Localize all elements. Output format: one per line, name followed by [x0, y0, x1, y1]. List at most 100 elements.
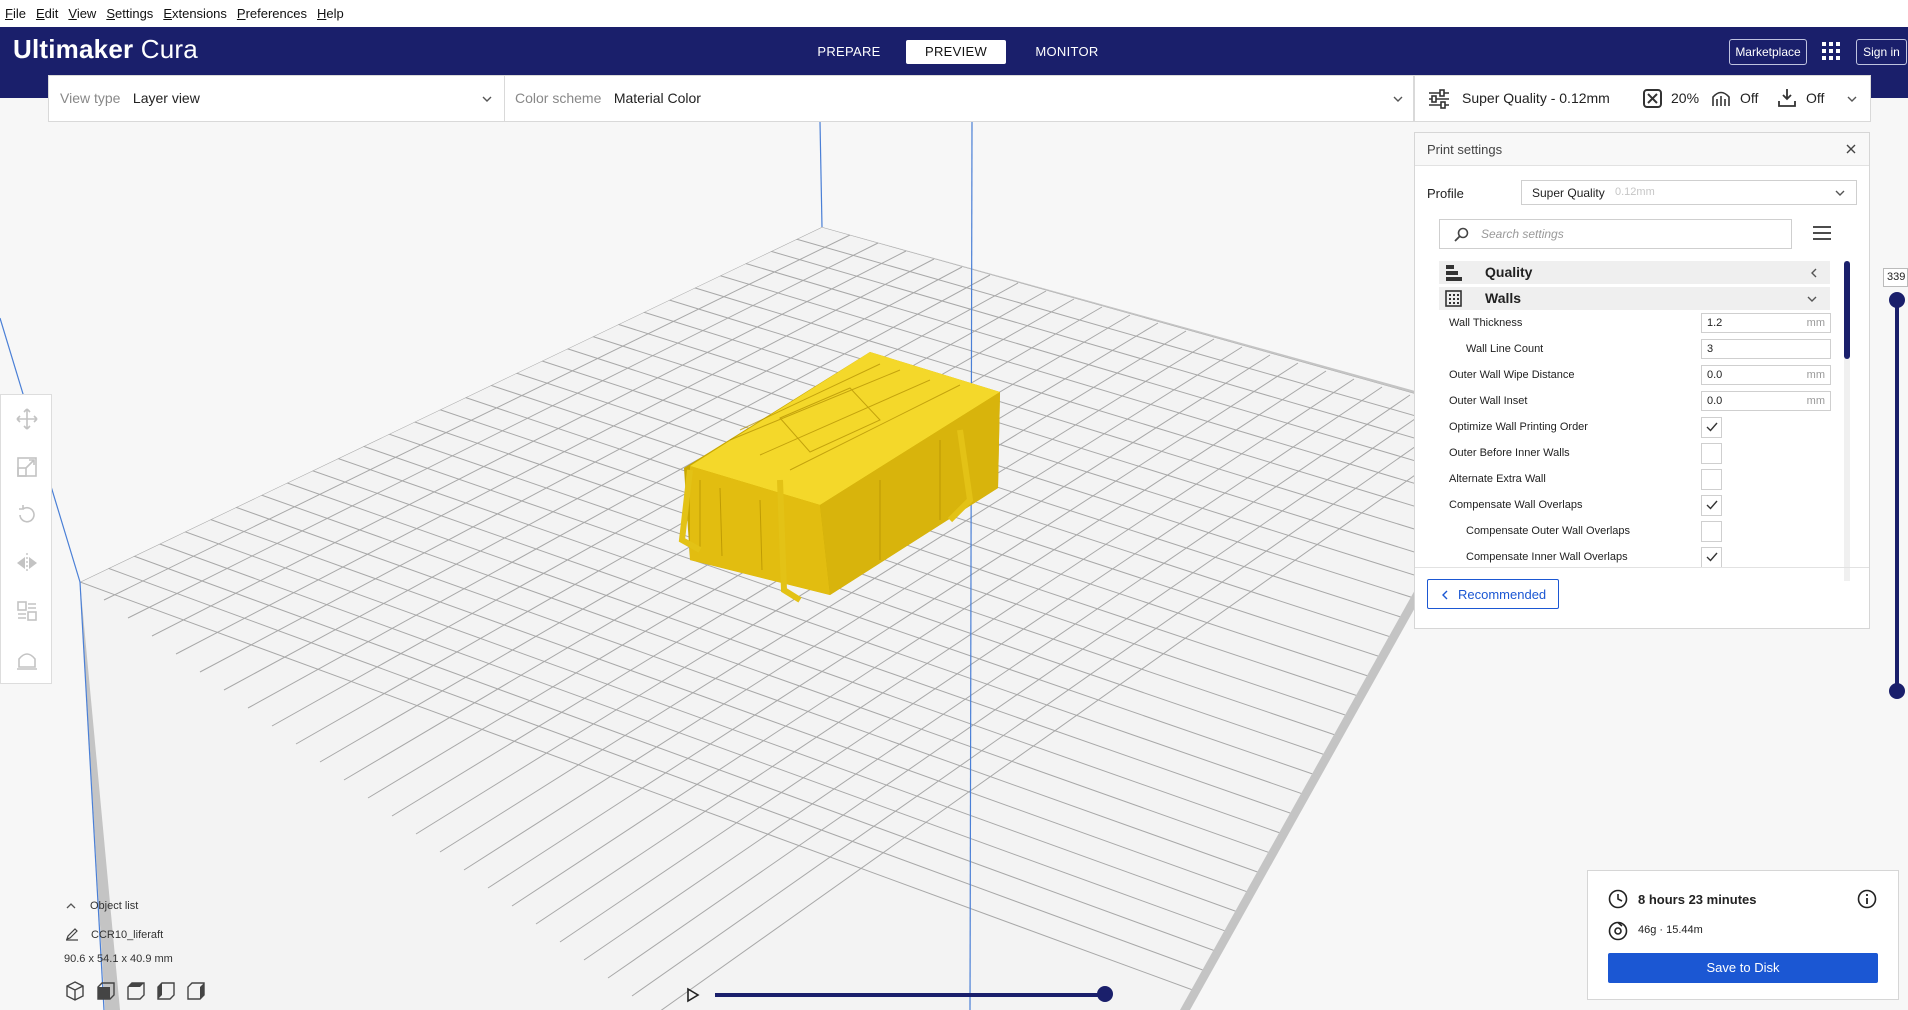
per-model-settings-icon[interactable] — [15, 599, 39, 623]
support-blocker-icon[interactable] — [15, 647, 39, 671]
tab-preview[interactable]: PREVIEW — [906, 40, 1006, 64]
scale-icon[interactable] — [15, 455, 39, 479]
color-scheme-value: Material Color — [613, 90, 701, 106]
quality-layers-icon — [1446, 265, 1462, 281]
app-title-brand: Ultimaker — [13, 34, 134, 64]
adhesion-value: Off — [1806, 90, 1825, 106]
apps-grid-icon[interactable] — [1822, 42, 1840, 60]
infill-icon — [1643, 89, 1662, 108]
path-slider-handle[interactable] — [1097, 986, 1113, 1002]
compensate-wall-overlaps-checkbox[interactable] — [1701, 495, 1722, 516]
menu-help[interactable]: Help — [312, 6, 349, 21]
view-top-icon[interactable] — [126, 981, 146, 1001]
search-field[interactable]: Search settings — [1439, 219, 1792, 249]
panel-divider — [1415, 567, 1869, 568]
view-right-icon[interactable] — [186, 981, 206, 1001]
move-icon[interactable] — [15, 407, 39, 431]
support-value: Off — [1740, 90, 1759, 106]
menu-edit[interactable]: Edit — [31, 6, 63, 21]
profile-label: Profile — [1427, 186, 1464, 201]
compensate-inner-overlaps-checkbox[interactable] — [1701, 547, 1722, 568]
play-icon[interactable] — [686, 987, 700, 1003]
wall-thickness-value: 1.2 — [1707, 317, 1723, 329]
object-list-toggle[interactable]: Object list — [90, 900, 138, 912]
info-icon[interactable] — [1857, 889, 1877, 909]
material-usage: 46g · 15.44m — [1638, 924, 1703, 936]
panel-title: Print settings — [1427, 142, 1503, 157]
spool-icon — [1608, 921, 1628, 941]
checkmark-icon — [1706, 500, 1718, 510]
search-input[interactable]: Search settings — [1481, 227, 1564, 241]
mirror-icon[interactable] — [15, 551, 39, 575]
menu-file[interactable]: File — [0, 6, 31, 21]
marketplace-button[interactable]: Marketplace — [1729, 39, 1807, 65]
outer-wall-wipe-distance-field[interactable]: 0.0 mm — [1701, 365, 1831, 385]
outer-wall-inset-unit: mm — [1806, 395, 1825, 407]
tool-panel — [0, 394, 52, 684]
view-front-icon[interactable] — [96, 981, 116, 1001]
compensate-outer-overlaps-checkbox[interactable] — [1701, 521, 1722, 542]
print-job-panel: 8 hours 23 minutes 46g · 15.44m Save to … — [1587, 870, 1899, 1000]
close-icon[interactable] — [1846, 144, 1856, 154]
support-icon — [1712, 91, 1730, 106]
menu-view[interactable]: View — [63, 6, 101, 21]
menu-extensions[interactable]: Extensions — [158, 6, 232, 21]
print-setup-summary[interactable]: Super Quality - 0.12mm 20% Off Off — [1414, 75, 1871, 122]
category-quality-label: Quality — [1485, 264, 1533, 280]
layer-slider-bottom-handle[interactable] — [1889, 683, 1905, 699]
print-settings-panel: Print settings Profile Super Quality 0.1… — [1414, 132, 1870, 629]
save-to-disk-button[interactable]: Save to Disk — [1608, 953, 1878, 983]
settings-scrollbar-thumb[interactable] — [1844, 261, 1850, 359]
checkmark-icon — [1706, 552, 1718, 562]
profile-hint: 0.12mm — [1615, 186, 1655, 198]
sign-in-button[interactable]: Sign in — [1856, 39, 1907, 65]
infill-value: 20% — [1671, 90, 1700, 106]
chevron-up-icon[interactable] — [66, 902, 76, 909]
clock-icon — [1608, 889, 1628, 909]
chevron-down-icon[interactable] — [1393, 95, 1403, 103]
app-title-product: Cura — [140, 34, 198, 64]
outer-before-inner-checkbox[interactable] — [1701, 443, 1722, 464]
pencil-icon[interactable] — [65, 927, 79, 941]
outer-wall-inset-field[interactable]: 0.0 mm — [1701, 391, 1831, 411]
outer-wall-inset-value: 0.0 — [1707, 395, 1723, 407]
category-walls[interactable]: Walls — [1439, 287, 1830, 310]
view-toolbar: View type Layer view Color scheme Materi… — [48, 75, 1414, 122]
tab-monitor[interactable]: MONITOR — [1024, 40, 1110, 64]
menu-settings[interactable]: Settings — [101, 6, 158, 21]
rotate-icon[interactable] — [15, 503, 39, 527]
profile-name: Super Quality — [1532, 186, 1605, 200]
settings-visibility-menu-icon[interactable] — [1812, 225, 1832, 241]
print-time: 8 hours 23 minutes — [1638, 892, 1757, 907]
search-icon — [1454, 227, 1469, 242]
profile-dropdown[interactable]: Super Quality 0.12mm — [1521, 180, 1857, 205]
setting-compensate-inner-overlaps-label: Compensate Inner Wall Overlaps — [1466, 551, 1628, 563]
wall-line-count-field[interactable]: 3 — [1701, 339, 1831, 359]
optimize-wall-order-checkbox[interactable] — [1701, 417, 1722, 438]
path-slider-track[interactable] — [715, 993, 1105, 997]
category-walls-label: Walls — [1485, 290, 1522, 306]
wall-thickness-field[interactable]: 1.2 mm — [1701, 313, 1831, 333]
view-type-dropdown[interactable]: View type Layer view — [60, 90, 200, 108]
layer-slider-top-handle[interactable] — [1889, 292, 1905, 308]
chevron-left-icon — [1811, 268, 1817, 278]
chevron-down-icon — [1835, 190, 1845, 196]
setting-outer-before-inner-label: Outer Before Inner Walls — [1449, 447, 1570, 459]
setting-alternate-extra-wall-label: Alternate Extra Wall — [1449, 473, 1546, 485]
layer-slider-track[interactable] — [1895, 300, 1899, 690]
view-3d-icon[interactable] — [65, 981, 85, 1001]
chevron-down-icon[interactable] — [1847, 95, 1857, 103]
layer-number-field[interactable]: 339 — [1883, 268, 1908, 287]
view-left-icon[interactable] — [156, 981, 176, 1001]
menu-preferences[interactable]: Preferences — [232, 6, 312, 21]
alternate-extra-wall-checkbox[interactable] — [1701, 469, 1722, 490]
recommended-button[interactable]: Recommended — [1427, 579, 1559, 609]
chevron-down-icon[interactable] — [482, 95, 492, 103]
app-title: Ultimaker Cura — [13, 34, 198, 65]
wall-thickness-unit: mm — [1806, 317, 1825, 329]
category-quality[interactable]: Quality — [1439, 261, 1830, 284]
walls-icon — [1445, 290, 1462, 307]
chevron-down-icon — [1807, 296, 1817, 302]
tab-prepare[interactable]: PREPARE — [806, 40, 892, 64]
color-scheme-dropdown[interactable]: Color scheme Material Color — [515, 90, 701, 108]
